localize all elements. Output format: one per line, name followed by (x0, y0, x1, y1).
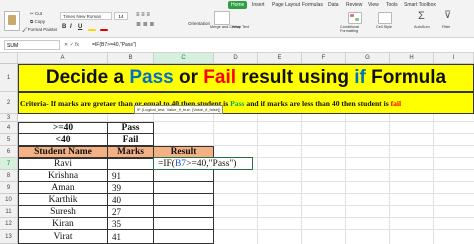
criteria-fail-word: fail (390, 98, 402, 108)
copy-button[interactable]: ⧉ Copy (30, 19, 45, 24)
criteria-cell[interactable]: Criteria- If marks are gretaer than or e… (18, 92, 474, 114)
ribbon: Home Insert Page Layout Formulas Data Re… (0, 0, 474, 38)
title-cell[interactable]: Decide a Pass or Fail result using if Fo… (18, 64, 474, 92)
tab-formulas[interactable]: Formulas (302, 1, 323, 9)
formula-suffix: >=40,"Pass") (186, 158, 237, 169)
paste-button[interactable] (4, 11, 20, 31)
tab-view[interactable]: View (368, 1, 379, 9)
row-header[interactable]: 3 (0, 114, 17, 122)
row-header[interactable]: 7 (0, 158, 17, 170)
function-syntax-tooltip: IF (Logical_test, Value_if_true, [Value_… (134, 105, 224, 114)
title-text: Formula (365, 67, 447, 88)
fill-color-icon (88, 29, 96, 31)
title-text: or (173, 67, 204, 88)
column-header-e[interactable]: E (258, 53, 302, 63)
row-header[interactable]: 9 (0, 182, 17, 194)
row-header[interactable]: 5 (0, 134, 17, 146)
column-header-g[interactable]: G (346, 53, 390, 63)
title-if-word: if (354, 67, 366, 88)
font-color-button[interactable] (100, 24, 108, 32)
title-text: result using (236, 67, 355, 88)
tab-page-layout[interactable]: Page Layout (272, 1, 300, 9)
wrap-text-button[interactable]: Wrap Text (232, 25, 249, 29)
rule-condition-cell[interactable]: <40 (18, 133, 108, 146)
filter-icon: ⊽ (444, 10, 452, 21)
column-header-b[interactable]: B (108, 53, 154, 63)
align-icons[interactable]: ≡ ≡ ≡ (136, 12, 150, 18)
column-header-d[interactable]: D (214, 53, 258, 63)
row-header[interactable]: 10 (0, 194, 17, 206)
filter-button[interactable]: Filter (442, 25, 450, 29)
align-h-icons[interactable]: ≣ ≣ ≣ (136, 21, 154, 28)
formula-edit-cell[interactable]: =IF(B7 >=40,"Pass") (153, 157, 253, 170)
underline-button[interactable]: U (78, 24, 82, 30)
title-pass-word: Pass (129, 67, 174, 88)
header-marks[interactable]: Marks (107, 146, 154, 158)
scissors-icon: ✂ (30, 11, 34, 16)
row-header[interactable]: 8 (0, 170, 17, 182)
column-headers: A B C D E F G H I (0, 53, 474, 64)
tab-data[interactable]: Data (328, 1, 339, 9)
cell-style-button[interactable]: Cell Style (376, 25, 392, 29)
criteria-text: and if marks are less than 40 then stude… (244, 98, 391, 108)
paste-icon (8, 15, 16, 25)
font-size-select[interactable]: 14 (114, 12, 128, 20)
row-header[interactable]: 12 (0, 218, 17, 230)
format-painter-label: Format Painter (27, 27, 58, 32)
criteria-pass-word: Pass (230, 98, 245, 108)
sheet-grid[interactable]: Decide a Pass or Fail result using if Fo… (18, 64, 474, 244)
formula-bar: SUM ✕ ✓ fx =IF(B7>=40,"Pass") (0, 38, 474, 53)
font-color-icon (100, 29, 108, 31)
cut-label: Cut (35, 11, 43, 16)
title-fail-word: Fail (203, 67, 236, 88)
tab-home[interactable]: Home (228, 1, 248, 9)
ribbon-tabs: Home Insert Page Layout Formulas Data Re… (226, 1, 474, 10)
row-header[interactable]: 6 (0, 146, 17, 158)
fill-color-button[interactable] (88, 24, 96, 32)
marks-cell[interactable]: 41 (107, 229, 154, 244)
column-header-i[interactable]: I (434, 53, 474, 63)
sigma-icon: Σ (418, 10, 425, 22)
conditional-formatting-button[interactable]: Conditional Formatting (340, 25, 368, 33)
orientation-button[interactable]: Orientation (188, 21, 210, 26)
bold-button[interactable]: B (62, 24, 66, 30)
font-name-select[interactable]: Times New Roman (60, 12, 112, 20)
format-painter-button[interactable]: 🖌Format Painter (22, 27, 57, 33)
column-header-c[interactable]: C (154, 53, 214, 63)
tab-smart-toolbox[interactable]: Smart Toolbox (404, 1, 436, 9)
conditional-format-icon (348, 12, 362, 24)
copy-icon: ⧉ (30, 19, 34, 24)
tab-tools[interactable]: Tools (386, 1, 398, 9)
row-header[interactable]: 13 (0, 230, 17, 244)
result-cell[interactable] (153, 229, 214, 244)
title-text: Decide a (45, 67, 130, 88)
column-header-f[interactable]: F (302, 53, 346, 63)
column-header-a[interactable]: A (18, 53, 108, 63)
formula-input[interactable]: =IF(B7>=40,"Pass") (92, 40, 136, 50)
header-student-name[interactable]: Student Name (18, 146, 108, 158)
cell-style-icon (378, 12, 392, 24)
tab-review[interactable]: Review (346, 1, 362, 9)
row-header[interactable]: 11 (0, 206, 17, 218)
autosum-button[interactable]: AutoSum (414, 25, 430, 29)
row-header[interactable]: 4 (0, 122, 17, 134)
name-box[interactable]: SUM (4, 40, 60, 50)
select-all-corner[interactable] (0, 53, 18, 63)
student-name-cell[interactable]: Virat (18, 229, 108, 244)
row-header[interactable]: 1 (0, 64, 17, 92)
column-header-h[interactable]: H (390, 53, 434, 63)
row-headers: 1 2 3 4 5 6 7 8 9 10 11 12 13 (0, 64, 18, 244)
formula-action-icons[interactable]: ✕ ✓ fx (64, 40, 79, 50)
formula-prefix: =IF( (158, 158, 175, 169)
rule-result-cell[interactable]: Fail (107, 133, 154, 146)
row-header[interactable]: 2 (0, 92, 17, 114)
formula-cell-ref: B7 (174, 158, 187, 169)
tab-insert[interactable]: Insert (252, 1, 265, 9)
merge-icon (214, 11, 230, 25)
cut-button[interactable]: ✂ Cut (30, 11, 42, 17)
copy-label: Copy (34, 19, 45, 24)
italic-button[interactable]: I (70, 24, 72, 30)
